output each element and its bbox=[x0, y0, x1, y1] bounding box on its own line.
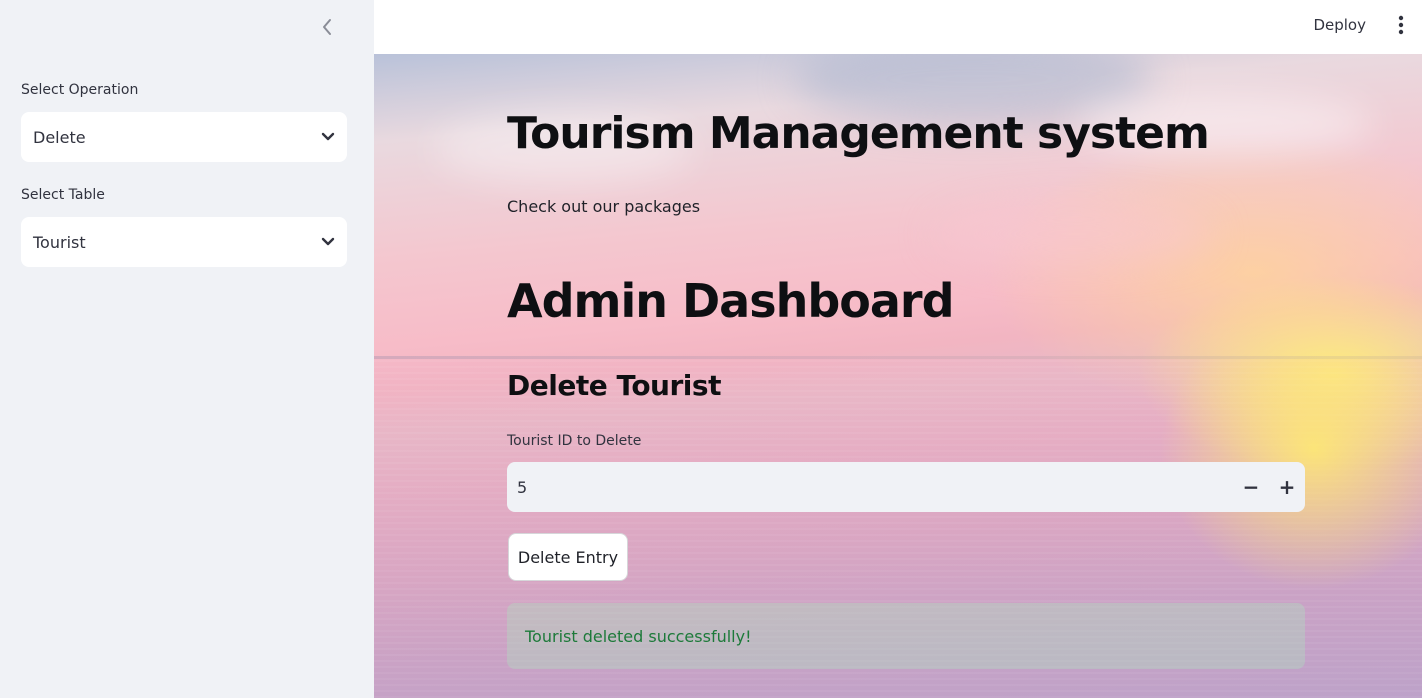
success-alert: Tourist deleted successfully! bbox=[507, 603, 1305, 669]
select-operation-value: Delete bbox=[33, 127, 86, 147]
success-message: Tourist deleted successfully! bbox=[525, 626, 752, 646]
delete-tourist-heading: Delete Tourist bbox=[507, 369, 721, 402]
decrement-button[interactable]: − bbox=[1233, 462, 1269, 512]
deploy-button[interactable]: Deploy bbox=[1309, 14, 1370, 36]
select-operation-label: Select Operation bbox=[21, 82, 139, 98]
app-root: Select Operation Delete Select Table Tou… bbox=[0, 0, 1422, 698]
chevron-left-icon bbox=[323, 19, 331, 35]
admin-dashboard-heading: Admin Dashboard bbox=[507, 274, 955, 328]
chevron-down-icon bbox=[321, 237, 335, 246]
increment-button[interactable]: + bbox=[1269, 462, 1305, 512]
top-header: Deploy bbox=[374, 0, 1422, 54]
select-table-value: Tourist bbox=[33, 232, 86, 252]
main-menu-button[interactable] bbox=[1394, 13, 1408, 37]
tourist-id-field[interactable]: 5 bbox=[507, 478, 1233, 497]
tourist-id-number-input: 5 − + bbox=[507, 462, 1305, 512]
kebab-menu-icon bbox=[1398, 15, 1404, 35]
page-title: Tourism Management system bbox=[507, 108, 1210, 159]
select-table-label: Select Table bbox=[21, 187, 105, 203]
select-table-dropdown[interactable]: Tourist bbox=[21, 217, 347, 267]
select-operation-dropdown[interactable]: Delete bbox=[21, 112, 347, 162]
tourist-id-label: Tourist ID to Delete bbox=[507, 433, 642, 449]
sidebar-collapse-button[interactable] bbox=[314, 14, 340, 40]
delete-entry-button[interactable]: Delete Entry bbox=[508, 533, 628, 581]
chevron-down-icon bbox=[321, 132, 335, 141]
sidebar: Select Operation Delete Select Table Tou… bbox=[0, 0, 374, 698]
page-subtitle: Check out our packages bbox=[507, 197, 701, 216]
